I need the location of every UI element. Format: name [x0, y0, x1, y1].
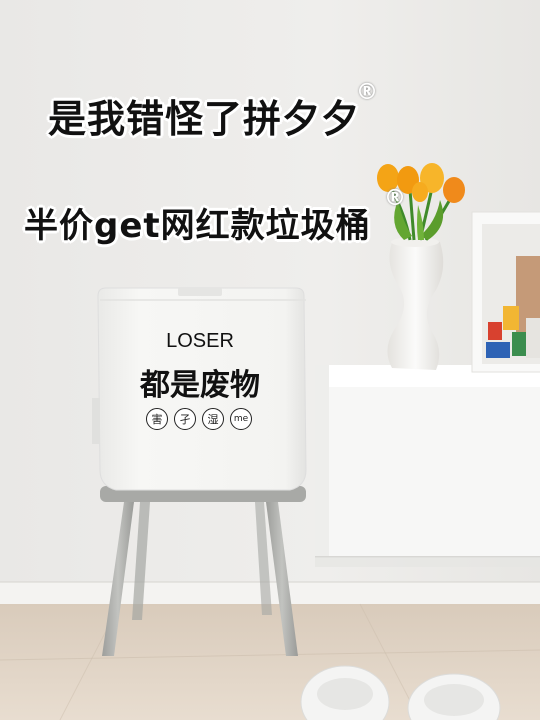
circle-char: 孑 [174, 408, 196, 430]
bin-label-circles: 害 孑 湿 me [146, 408, 252, 430]
circle-char: 湿 [202, 408, 224, 430]
circle-char: me [230, 408, 252, 430]
circle-char: 害 [146, 408, 168, 430]
bin-label-subtitle: 都是废物 [140, 368, 260, 403]
shelf-box [471, 211, 540, 373]
wall-cabinet [315, 365, 540, 567]
registered-mark-icon: ® [356, 80, 378, 105]
headline-line-2: 半价get网红款垃圾桶 [24, 206, 371, 246]
registered-mark-icon: ® [384, 186, 406, 211]
headline-line-1: 是我错怪了拼夕夕 [48, 97, 361, 141]
bin-label-title: LOSER [166, 330, 234, 352]
